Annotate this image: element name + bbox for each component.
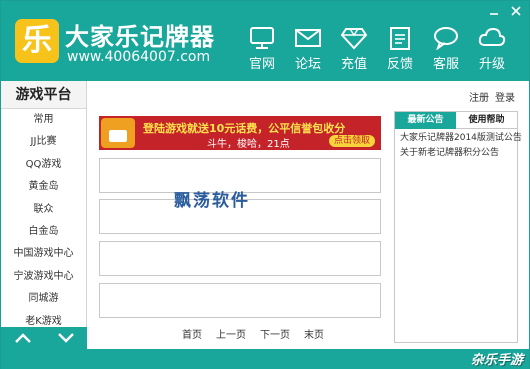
game-slot-3[interactable] <box>99 241 381 276</box>
pagination: 首页 上一页 下一页 末页 <box>182 326 324 341</box>
nav-forum[interactable]: 论坛 <box>285 25 331 72</box>
diamond-icon <box>331 25 377 51</box>
titlebar-buttons <box>487 5 523 17</box>
chevron-up-icon[interactable] <box>11 328 35 348</box>
nav-official-site[interactable]: 官网 <box>239 25 285 72</box>
app-logo: 乐 <box>15 19 59 63</box>
announcement-list: 大家乐记牌器2014版测试公告 关于新老记牌器积分公告 <box>395 129 522 163</box>
sidebar-item-qq[interactable]: QQ游戏 <box>1 154 86 176</box>
banner-subline: 斗牛，梭哈，21点 <box>207 139 290 150</box>
cloud-icon <box>469 25 515 51</box>
tab-latest-announcements[interactable]: 最新公告 <box>395 112 456 129</box>
top-nav: 官网 论坛 充值 反馈 客服 升级 <box>239 25 515 72</box>
game-platform-sidebar: 游戏平台 常用 JJ比赛 QQ游戏 黄金岛 联众 白金岛 中国游戏中心 宁波游戏… <box>1 81 87 349</box>
envelope-icon <box>285 25 331 51</box>
status-bar: 杂乐手游 <box>1 349 529 369</box>
chevron-down-icon[interactable] <box>54 328 78 348</box>
banner-cta-button[interactable]: 点击领取 <box>328 135 375 147</box>
ad-banner[interactable]: 登陆游戏就送10元话费，公平信誉包收分 斗牛，梭哈，21点 点击领取 <box>99 116 381 150</box>
announcement-panel: 最新公告 使用帮助 大家乐记牌器2014版测试公告 关于新老记牌器积分公告 <box>394 111 522 343</box>
tab-help[interactable]: 使用帮助 <box>456 112 517 129</box>
app-url: www.40064007.com <box>67 49 211 65</box>
sidebar-scroll-controls <box>1 327 87 349</box>
panel-tabs: 最新公告 使用帮助 <box>395 112 517 129</box>
register-link[interactable]: 注册 <box>469 89 489 104</box>
account-links: 注册 登录 <box>469 89 515 104</box>
prev-page-link[interactable]: 上一页 <box>216 326 246 341</box>
sidebar-item-china-game-center[interactable]: 中国游戏中心 <box>1 243 86 265</box>
footer-brand: 杂乐手游 <box>470 353 523 368</box>
nav-label: 升级 <box>478 57 505 72</box>
sidebar-item-ningbo-game-center[interactable]: 宁波游戏中心 <box>1 266 86 288</box>
nav-recharge[interactable]: 充值 <box>331 25 377 72</box>
sidebar-item-golden-island[interactable]: 黄金岛 <box>1 176 86 198</box>
nav-label: 反馈 <box>386 57 413 72</box>
minimize-icon[interactable] <box>487 5 501 17</box>
login-link[interactable]: 登录 <box>495 89 515 104</box>
nav-label: 客服 <box>432 57 459 72</box>
nav-upgrade[interactable]: 升级 <box>469 25 515 72</box>
logo-glyph: 乐 <box>22 23 52 58</box>
next-page-link[interactable]: 下一页 <box>260 326 290 341</box>
nav-customer-service[interactable]: 客服 <box>423 25 469 72</box>
list-item[interactable]: 关于新老记牌器积分公告 <box>400 146 512 161</box>
game-slot-4[interactable] <box>99 283 381 318</box>
monitor-icon <box>239 25 285 51</box>
chat-bubble-icon <box>423 25 469 51</box>
first-page-link[interactable]: 首页 <box>182 326 202 341</box>
header: 乐 大家乐记牌器 www.40064007.com 官网 论坛 充值 反馈 客服… <box>1 1 529 81</box>
sidebar-item-jj[interactable]: JJ比赛 <box>1 131 86 153</box>
sidebar-title: 游戏平台 <box>1 81 86 109</box>
nav-label: 论坛 <box>294 57 321 72</box>
nav-label: 官网 <box>248 57 275 72</box>
nav-feedback[interactable]: 反馈 <box>377 25 423 72</box>
sidebar-item-lianzhong[interactable]: 联众 <box>1 199 86 221</box>
banner-logo <box>101 118 135 148</box>
watermark: 飘荡软件 <box>174 191 250 211</box>
sidebar-item-common[interactable]: 常用 <box>1 109 86 131</box>
list-item[interactable]: 大家乐记牌器2014版测试公告 <box>400 131 522 146</box>
clipboard-icon <box>377 25 423 51</box>
banner-headline: 登陆游戏就送10元话费，公平信誉包收分 <box>143 122 346 135</box>
sidebar-item-tongchengyou[interactable]: 同城游 <box>1 288 86 310</box>
nav-label: 充值 <box>340 57 367 72</box>
last-page-link[interactable]: 末页 <box>304 326 324 341</box>
app-title: 大家乐记牌器 <box>65 23 215 51</box>
close-icon[interactable] <box>509 5 523 17</box>
app-window: 乐 大家乐记牌器 www.40064007.com 官网 论坛 充值 反馈 客服… <box>0 0 530 369</box>
sidebar-item-platinum-island[interactable]: 白金岛 <box>1 221 86 243</box>
